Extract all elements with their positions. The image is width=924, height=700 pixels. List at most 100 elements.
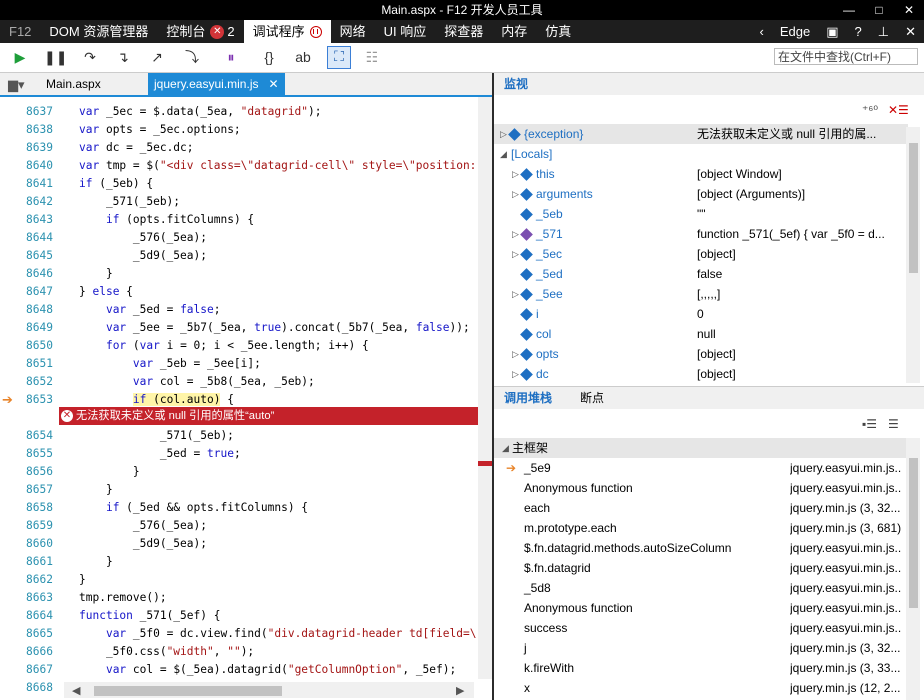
line-number[interactable]: 8646 xyxy=(26,265,53,283)
line-number[interactable]: 8661 xyxy=(26,553,53,571)
line-number[interactable]: 8654 xyxy=(26,427,53,445)
find-in-files-input[interactable]: 在文件中查找(Ctrl+F) xyxy=(774,48,918,65)
expand-icon[interactable]: ▷ xyxy=(512,224,519,244)
line-number[interactable]: 8653 xyxy=(26,391,53,409)
pause-icon[interactable]: ❚❚ xyxy=(44,48,67,66)
pretty-print-icon[interactable]: {} xyxy=(259,48,279,66)
break-new-worker-icon[interactable]: ⤵ xyxy=(182,48,202,66)
code-line[interactable]: 8652 var col = _5b8(_5ea, _5eb); xyxy=(0,373,492,391)
watch-row[interactable]: ▷ _5ee [,,,,,] xyxy=(494,284,908,304)
watch-row[interactable]: ▷ this [object Window] xyxy=(494,164,908,184)
line-number[interactable]: 8637 xyxy=(26,103,53,121)
callstack-frame[interactable]: success jquery.easyui.min.js... xyxy=(494,618,908,638)
tab-dom-explorer[interactable]: DOM 资源管理器 xyxy=(40,20,157,43)
collapse-icon[interactable]: ◢ xyxy=(500,144,507,164)
line-number[interactable]: 8650 xyxy=(26,337,53,355)
tab-profiler[interactable]: 探查器 xyxy=(435,20,492,43)
expand-icon[interactable]: ▷ xyxy=(512,284,519,304)
callstack-frame[interactable]: _5d8 jquery.easyui.min.js... xyxy=(494,578,908,598)
document-mode-dropdown[interactable]: Edge xyxy=(772,20,818,43)
callstack-frame[interactable]: m.prototype.each jquery.min.js (3, 681) xyxy=(494,518,908,538)
file-tab-main-aspx[interactable]: Main.aspx xyxy=(40,73,107,95)
watch-row[interactable]: ▷ _5ec [object] xyxy=(494,244,908,264)
expand-icon[interactable]: ▷ xyxy=(512,184,519,204)
scroll-left-icon[interactable]: ‹ xyxy=(752,20,772,43)
line-number[interactable]: 8664 xyxy=(26,607,53,625)
watch-row[interactable]: ▷ arguments [object (Arguments)] xyxy=(494,184,908,204)
code-line[interactable]: 8643 if (opts.fitColumns) { xyxy=(0,211,492,229)
callstack-frame[interactable]: Anonymous function jquery.easyui.min.js..… xyxy=(494,478,908,498)
code-line[interactable]: 8646 } xyxy=(0,265,492,283)
line-number[interactable]: 8666 xyxy=(26,643,53,661)
source-map-icon[interactable]: ☷ xyxy=(362,48,382,66)
console-toggle-icon[interactable]: ▣ xyxy=(818,20,846,43)
line-number[interactable]: 8639 xyxy=(26,139,53,157)
watch-scrollbar[interactable] xyxy=(906,127,920,383)
open-document-icon[interactable]: ▆▾ xyxy=(8,77,25,93)
maximize-button[interactable]: □ xyxy=(864,0,894,20)
expand-icon[interactable]: ▷ xyxy=(512,164,519,184)
tab-debugger[interactable]: 调试程序 xyxy=(243,20,331,43)
expand-icon[interactable]: ▷ xyxy=(512,364,519,384)
expand-icon[interactable]: ▷ xyxy=(512,344,519,364)
scrollbar-thumb[interactable] xyxy=(94,686,282,696)
line-number[interactable]: 8641 xyxy=(26,175,53,193)
callstack-frame[interactable]: $.fn.datagrid jquery.easyui.min.js... xyxy=(494,558,908,578)
line-number[interactable]: 8659 xyxy=(26,517,53,535)
code-line[interactable]: 8655 _5ed = true; xyxy=(0,445,492,463)
watch-row[interactable]: i0 xyxy=(494,304,908,324)
tab-console[interactable]: 控制台 ✕ 2 xyxy=(157,20,243,43)
delete-all-watches-icon[interactable]: ✕☰ xyxy=(888,103,909,117)
code-line[interactable]: 8654 _571(_5eb); xyxy=(0,427,492,445)
line-number[interactable]: 8663 xyxy=(26,589,53,607)
step-over-icon[interactable]: ↷ xyxy=(80,48,100,66)
code-line[interactable]: 8639 var dc = _5ec.dc; xyxy=(0,139,492,157)
exceptions-icon[interactable]: ⏸ xyxy=(221,48,241,66)
scroll-right-arrow-icon[interactable]: ▶ xyxy=(456,684,464,697)
callstack-frame[interactable]: x jquery.min.js (12, 2... xyxy=(494,678,908,698)
callstack-scrollbar[interactable] xyxy=(906,438,920,700)
code-line[interactable]: 8638 var opts = _5ec.options; xyxy=(0,121,492,139)
help-button[interactable]: ? xyxy=(847,20,870,43)
word-wrap-icon[interactable]: ab xyxy=(293,48,313,66)
code-line[interactable]: 8667 var col = $(_5ea).datagrid("getColu… xyxy=(0,661,492,679)
line-number[interactable]: 8655 xyxy=(26,445,53,463)
code-line[interactable]: 8666 _5f0.css("width", ""); xyxy=(0,643,492,661)
step-out-icon[interactable]: ↗ xyxy=(147,48,167,66)
just-my-code-icon[interactable]: ⛶ xyxy=(327,46,351,69)
minimize-button[interactable]: — xyxy=(834,0,864,20)
line-number[interactable]: 8665 xyxy=(26,625,53,643)
line-number[interactable]: 8643 xyxy=(26,211,53,229)
code-line[interactable]: 8658 if (_5ed && opts.fitColumns) { xyxy=(0,499,492,517)
line-number[interactable]: 8651 xyxy=(26,355,53,373)
watch-row[interactable]: _5eb "" xyxy=(494,204,908,224)
scrollbar-thumb[interactable] xyxy=(909,143,918,273)
watch-row[interactable]: _5ed false xyxy=(494,264,908,284)
line-number[interactable]: 8644 xyxy=(26,229,53,247)
line-number[interactable]: 8660 xyxy=(26,535,53,553)
line-number[interactable]: 8668 xyxy=(26,679,53,697)
code-line[interactable]: 8651 var _5eb = _5ee[i]; xyxy=(0,355,492,373)
watch-row[interactable]: col null xyxy=(494,324,908,344)
tab-callstack[interactable]: 调用堆栈 xyxy=(504,387,552,409)
close-devtools-button[interactable]: ✕ xyxy=(897,20,924,43)
line-number[interactable]: 8638 xyxy=(26,121,53,139)
code-editor[interactable]: 8637 var _5ec = $.data(_5ea, "datagrid");… xyxy=(0,97,492,697)
line-number[interactable]: 8648 xyxy=(26,301,53,319)
code-line[interactable]: 8641 if (_5eb) { xyxy=(0,175,492,193)
line-number[interactable]: 8656 xyxy=(26,463,53,481)
line-number[interactable]: 8652 xyxy=(26,373,53,391)
code-line[interactable]: 8642 _571(_5eb); xyxy=(0,193,492,211)
code-vertical-scrollbar[interactable] xyxy=(478,97,492,679)
callstack-frame[interactable]: j jquery.min.js (3, 32... xyxy=(494,638,908,658)
tab-emulation[interactable]: 仿真 xyxy=(536,20,580,43)
callstack-frame[interactable]: $.fn.datagrid.methods.autoSizeColumn jque… xyxy=(494,538,908,558)
frame-group-header[interactable]: ◢ 主框架 xyxy=(494,438,906,458)
add-watch-icon[interactable]: ⁺⁶⁰ xyxy=(862,103,878,117)
code-line[interactable]: 8650 for (var i = 0; i < _5ee.length; i+… xyxy=(0,337,492,355)
file-tab-jquery-easyui[interactable]: jquery.easyui.min.js ✕ xyxy=(148,73,285,95)
callstack-frame[interactable]: each jquery.min.js (3, 32... xyxy=(494,498,908,518)
code-line[interactable]: 8645 _5d9(_5ea); xyxy=(0,247,492,265)
code-line[interactable]: 8662} xyxy=(0,571,492,589)
line-number[interactable]: 8649 xyxy=(26,319,53,337)
